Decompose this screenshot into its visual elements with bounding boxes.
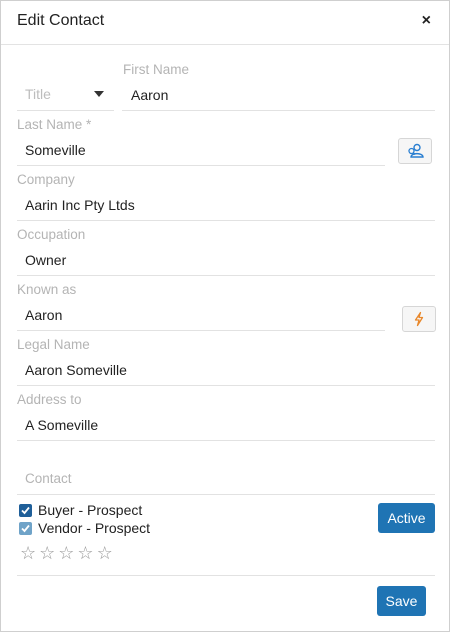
buyer-prospect-checkbox[interactable] — [19, 504, 32, 517]
address-to-input[interactable]: A Someville — [25, 417, 98, 433]
save-button[interactable]: Save — [377, 586, 426, 616]
occupation-underline — [17, 275, 435, 276]
edit-contact-dialog: Edit Contact × Title First Name Aaron La… — [0, 0, 450, 632]
vendor-prospect-checkbox[interactable] — [19, 522, 32, 535]
legal-name-label: Legal Name — [17, 337, 90, 352]
first-name-input[interactable]: Aaron — [131, 87, 168, 103]
last-name-action-button[interactable] — [398, 138, 432, 164]
dialog-header: Edit Contact × — [1, 1, 449, 45]
chevron-down-icon — [94, 91, 104, 97]
known-as-action-button[interactable] — [402, 306, 436, 332]
star-icon[interactable]: ☆ — [97, 545, 113, 563]
occupation-label: Occupation — [17, 227, 86, 242]
checkmark-icon — [21, 524, 30, 533]
last-name-underline — [17, 165, 385, 166]
occupation-input[interactable]: Owner — [25, 252, 66, 268]
title-select-underline — [17, 110, 114, 111]
close-icon[interactable]: × — [422, 12, 431, 30]
first-name-underline — [122, 110, 435, 111]
star-rating[interactable]: ☆ ☆ ☆ ☆ ☆ — [20, 545, 116, 564]
known-as-label: Known as — [17, 282, 77, 297]
active-status-button[interactable]: Active — [378, 503, 435, 533]
legal-name-input[interactable]: Aaron Someville — [25, 362, 127, 378]
contact-underline — [17, 494, 435, 495]
legal-name-underline — [17, 385, 435, 386]
dialog-title: Edit Contact — [17, 12, 105, 29]
lightning-icon — [414, 311, 424, 327]
star-icon[interactable]: ☆ — [20, 545, 36, 563]
star-icon[interactable]: ☆ — [39, 545, 55, 563]
buyer-prospect-label: Buyer - Prospect — [38, 502, 143, 518]
address-to-underline — [17, 440, 435, 441]
company-label: Company — [17, 172, 75, 187]
company-input[interactable]: Aarin Inc Pty Ltds — [25, 197, 135, 213]
last-name-label: Last Name * — [17, 117, 92, 132]
checkmark-icon — [21, 506, 30, 515]
vendor-prospect-label: Vendor - Prospect — [38, 520, 151, 536]
last-name-input[interactable]: Someville — [25, 142, 86, 158]
star-icon[interactable]: ☆ — [77, 545, 93, 563]
footer-divider — [17, 575, 435, 576]
people-search-icon — [408, 143, 424, 158]
address-to-label: Address to — [17, 392, 82, 407]
known-as-input[interactable]: Aaron — [25, 307, 62, 323]
title-select-placeholder: Title — [25, 86, 51, 102]
star-icon[interactable]: ☆ — [58, 545, 74, 563]
company-underline — [17, 220, 435, 221]
first-name-label: First Name — [123, 62, 190, 77]
contact-input[interactable]: Contact — [25, 471, 72, 486]
known-as-underline — [17, 330, 385, 331]
